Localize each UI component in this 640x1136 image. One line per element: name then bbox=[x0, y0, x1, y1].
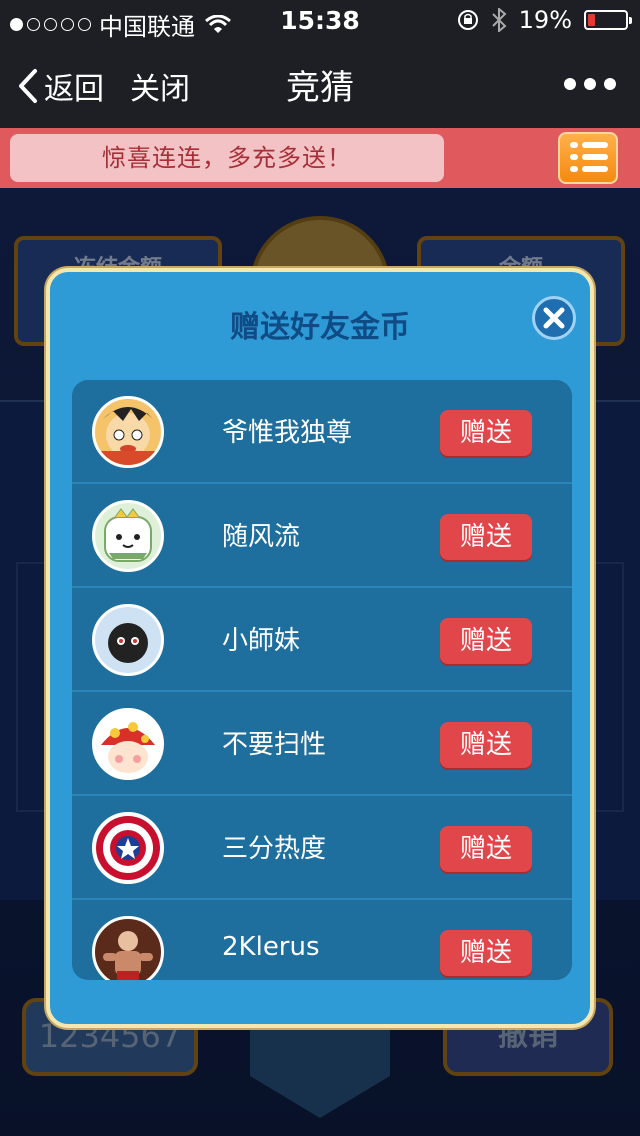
list-menu-button[interactable] bbox=[558, 132, 618, 184]
back-button[interactable]: 返回 bbox=[18, 64, 104, 108]
avatar bbox=[92, 500, 164, 572]
modal-title: 赠送好友金币 bbox=[230, 310, 410, 345]
avatar bbox=[92, 916, 164, 980]
gift-button[interactable]: 赠送 bbox=[440, 826, 532, 872]
gift-button[interactable]: 赠送 bbox=[440, 410, 532, 456]
avatar bbox=[92, 812, 164, 884]
friend-row: 随风流 赠送 bbox=[72, 484, 572, 588]
gift-coins-modal: 赠送好友金币 爷惟我独尊 赠送 随风流 赠送 小師妹 赠送 不要扫性 赠送 三分… bbox=[46, 268, 594, 1028]
promo-banner: 惊喜连连，多充多送！ bbox=[0, 128, 640, 188]
friend-name: 随风流 bbox=[222, 522, 301, 552]
friend-row: 小師妹 赠送 bbox=[72, 588, 572, 692]
friend-name: 小師妹 bbox=[222, 626, 301, 656]
chevron-left-icon bbox=[19, 69, 37, 103]
avatar bbox=[92, 604, 164, 676]
nav-bar: 返回 关闭 竞猜 bbox=[0, 40, 640, 128]
friend-list[interactable]: 爷惟我独尊 赠送 随风流 赠送 小師妹 赠送 不要扫性 赠送 三分热度 赠送 2… bbox=[72, 380, 572, 980]
gift-button[interactable]: 赠送 bbox=[440, 618, 532, 664]
back-label: 返回 bbox=[44, 72, 104, 107]
friend-row: 不要扫性 赠送 bbox=[72, 692, 572, 796]
avatar bbox=[92, 708, 164, 780]
friend-name: 三分热度 bbox=[222, 834, 327, 864]
friend-row: 三分热度 赠送 bbox=[72, 796, 572, 900]
more-menu-icon[interactable] bbox=[564, 78, 616, 90]
close-icon bbox=[543, 307, 565, 329]
status-right: 19% bbox=[457, 6, 632, 34]
bluetooth-icon bbox=[491, 8, 507, 32]
friend-name: 不要扫性 bbox=[222, 730, 327, 760]
friend-row: 爷惟我独尊 赠送 bbox=[72, 380, 572, 484]
orientation-lock-icon bbox=[457, 10, 478, 30]
modal-close-button[interactable] bbox=[532, 296, 576, 340]
gift-button[interactable]: 赠送 bbox=[440, 930, 532, 976]
battery-percent: 19% bbox=[518, 6, 572, 34]
avatar bbox=[92, 396, 164, 468]
gift-button[interactable]: 赠送 bbox=[440, 514, 532, 560]
gift-button[interactable]: 赠送 bbox=[440, 722, 532, 768]
close-page-button[interactable]: 关闭 bbox=[130, 64, 190, 108]
friend-row: 2Klerus 赠送 bbox=[72, 900, 572, 980]
friend-name: 爷惟我独尊 bbox=[222, 418, 353, 448]
promo-text[interactable]: 惊喜连连，多充多送！ bbox=[10, 134, 444, 182]
friend-name: 2Klerus bbox=[222, 932, 320, 962]
battery-icon bbox=[584, 10, 632, 30]
status-bar: 中国联通 15:38 19% bbox=[0, 0, 640, 41]
